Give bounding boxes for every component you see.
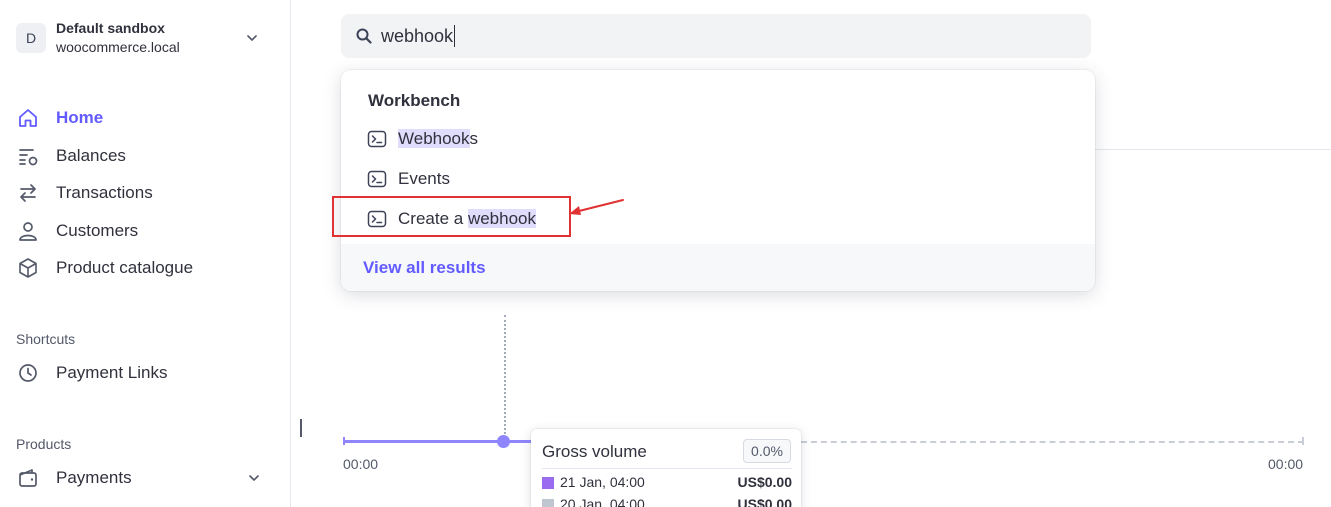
terminal-icon [367, 170, 387, 188]
sidebar-item-label: Transactions [56, 183, 153, 202]
wallet-icon [16, 466, 40, 490]
annotation-highlight-box [332, 196, 571, 237]
result-events[interactable]: Events [367, 167, 450, 191]
sidebar: D Default sandbox woocommerce.local Home… [0, 0, 291, 507]
box-icon [16, 256, 40, 280]
sidebar-item-transactions[interactable]: Transactions [16, 178, 276, 208]
tooltip-title: Gross volume [542, 442, 647, 461]
tooltip-row: 20 Jan, 04:00 US$0.00 [542, 496, 792, 507]
match-highlight: Webhook [398, 129, 470, 148]
tooltip-row-label: 20 Jan, 04:00 [560, 496, 645, 507]
tooltip-row: 21 Jan, 04:00 US$0.00 [542, 474, 792, 492]
sidebar-item-customers[interactable]: Customers [16, 216, 276, 246]
x-axis-start-label: 00:00 [343, 456, 379, 472]
chevron-down-icon [249, 475, 259, 481]
sidebar-item-payment-links[interactable]: Payment Links [16, 358, 276, 388]
app-root: D Default sandbox woocommerce.local Home… [0, 0, 1331, 507]
text-caret [454, 25, 456, 47]
tooltip-row-label: 21 Jan, 04:00 [560, 474, 645, 490]
view-all-results-link[interactable]: View all results [363, 258, 486, 278]
sidebar-item-label: Balances [56, 146, 126, 165]
results-section-title: Workbench [368, 91, 461, 110]
chart-line-end-tick [1302, 437, 1304, 445]
results-footer: View all results [341, 244, 1095, 291]
transactions-icon [16, 181, 40, 205]
series-swatch [542, 499, 554, 507]
chart-hover-guide [504, 315, 506, 442]
sidebar-item-payments[interactable]: Payments [16, 463, 276, 493]
account-switcher[interactable]: D Default sandbox woocommerce.local [16, 18, 272, 58]
account-name: Default sandbox [56, 20, 165, 36]
result-label: Events [398, 169, 450, 188]
sidebar-item-label: Customers [56, 221, 139, 240]
search-icon [356, 28, 372, 44]
search-results-dropdown: Workbench Webhooks Events Create a webho… [341, 70, 1095, 291]
chart-comparison-line [801, 441, 1304, 443]
x-axis-end-label: 00:00 [1268, 456, 1304, 472]
tooltip-row-value: US$0.00 [737, 474, 792, 490]
chart-hover-point[interactable] [497, 435, 510, 448]
search-value: webhook [381, 25, 454, 46]
sidebar-item-balances[interactable]: Balances [16, 141, 276, 171]
chart-tooltip: Gross volume 0.0% 21 Jan, 04:00 US$0.00 … [531, 429, 801, 507]
series-swatch [542, 477, 554, 489]
shortcuts-heading: Shortcuts [16, 331, 76, 347]
divider [1094, 149, 1331, 150]
clock-icon [16, 361, 40, 385]
search-input[interactable]: webhook [341, 14, 1091, 58]
sidebar-item-label: Home [56, 108, 104, 127]
customer-icon [16, 219, 40, 243]
result-label: Webhooks [398, 129, 479, 148]
annotation-arrow-icon [569, 199, 624, 215]
text-cursor [300, 419, 302, 437]
balances-icon [16, 144, 40, 168]
chevron-down-icon [247, 35, 257, 41]
result-webhooks[interactable]: Webhooks [367, 127, 478, 151]
account-avatar: D [16, 23, 46, 53]
tooltip-change-badge: 0.0% [743, 439, 791, 463]
home-icon [16, 106, 40, 130]
tooltip-divider [542, 468, 792, 469]
account-site: woocommerce.local [56, 39, 180, 55]
sidebar-item-label: Payments [56, 468, 132, 487]
terminal-icon [367, 130, 387, 148]
sidebar-item-label: Product catalogue [56, 258, 194, 277]
sidebar-item-home[interactable]: Home [16, 103, 276, 133]
sidebar-item-product-catalogue[interactable]: Product catalogue [16, 253, 276, 283]
sidebar-item-label: Payment Links [56, 363, 168, 382]
products-heading: Products [16, 436, 72, 452]
tooltip-row-value: US$0.00 [737, 496, 792, 507]
